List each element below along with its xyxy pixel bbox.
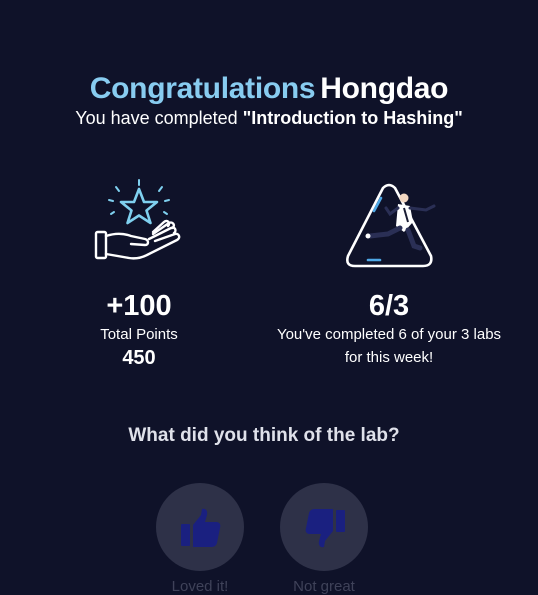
loved-it-button[interactable]: [156, 483, 244, 571]
points-gained: +100: [106, 290, 172, 322]
feedback-question: What did you think of the lab?: [128, 425, 400, 446]
loved-it-label: Loved it!: [171, 578, 229, 595]
lab-name: "Introduction to Hashing": [242, 108, 463, 128]
points-label: Total Points: [100, 326, 178, 343]
not-great-button[interactable]: [280, 483, 368, 571]
page-title: Congratulations Hongdao: [0, 72, 538, 106]
weekly-progress-message: You've completed 6 of your 3 labs for th…: [276, 326, 502, 366]
subtitle-prefix: You have completed: [75, 108, 243, 128]
thumbs-up-icon: [181, 508, 221, 547]
thumbs-down-icon: [305, 509, 345, 548]
user-name: Hongdao: [320, 72, 449, 105]
hand-star-icon: [94, 179, 181, 260]
weekly-progress-value: 6/3: [368, 290, 410, 322]
completion-subtitle: You have completed "Introduction to Hash…: [0, 108, 538, 129]
completion-page: Congratulations Hongdao You have complete…: [0, 0, 538, 595]
weekly-progress-stat: 6/3 You've completed 6 of your 3 labs fo…: [262, 178, 516, 369]
not-great-label: Not great: [293, 578, 355, 595]
points-total: 450: [122, 347, 156, 369]
points-stat: +100 Total Points 450: [60, 178, 218, 370]
runner-triangle-icon: [346, 183, 436, 268]
congrats-text: Congratulations: [89, 72, 316, 105]
